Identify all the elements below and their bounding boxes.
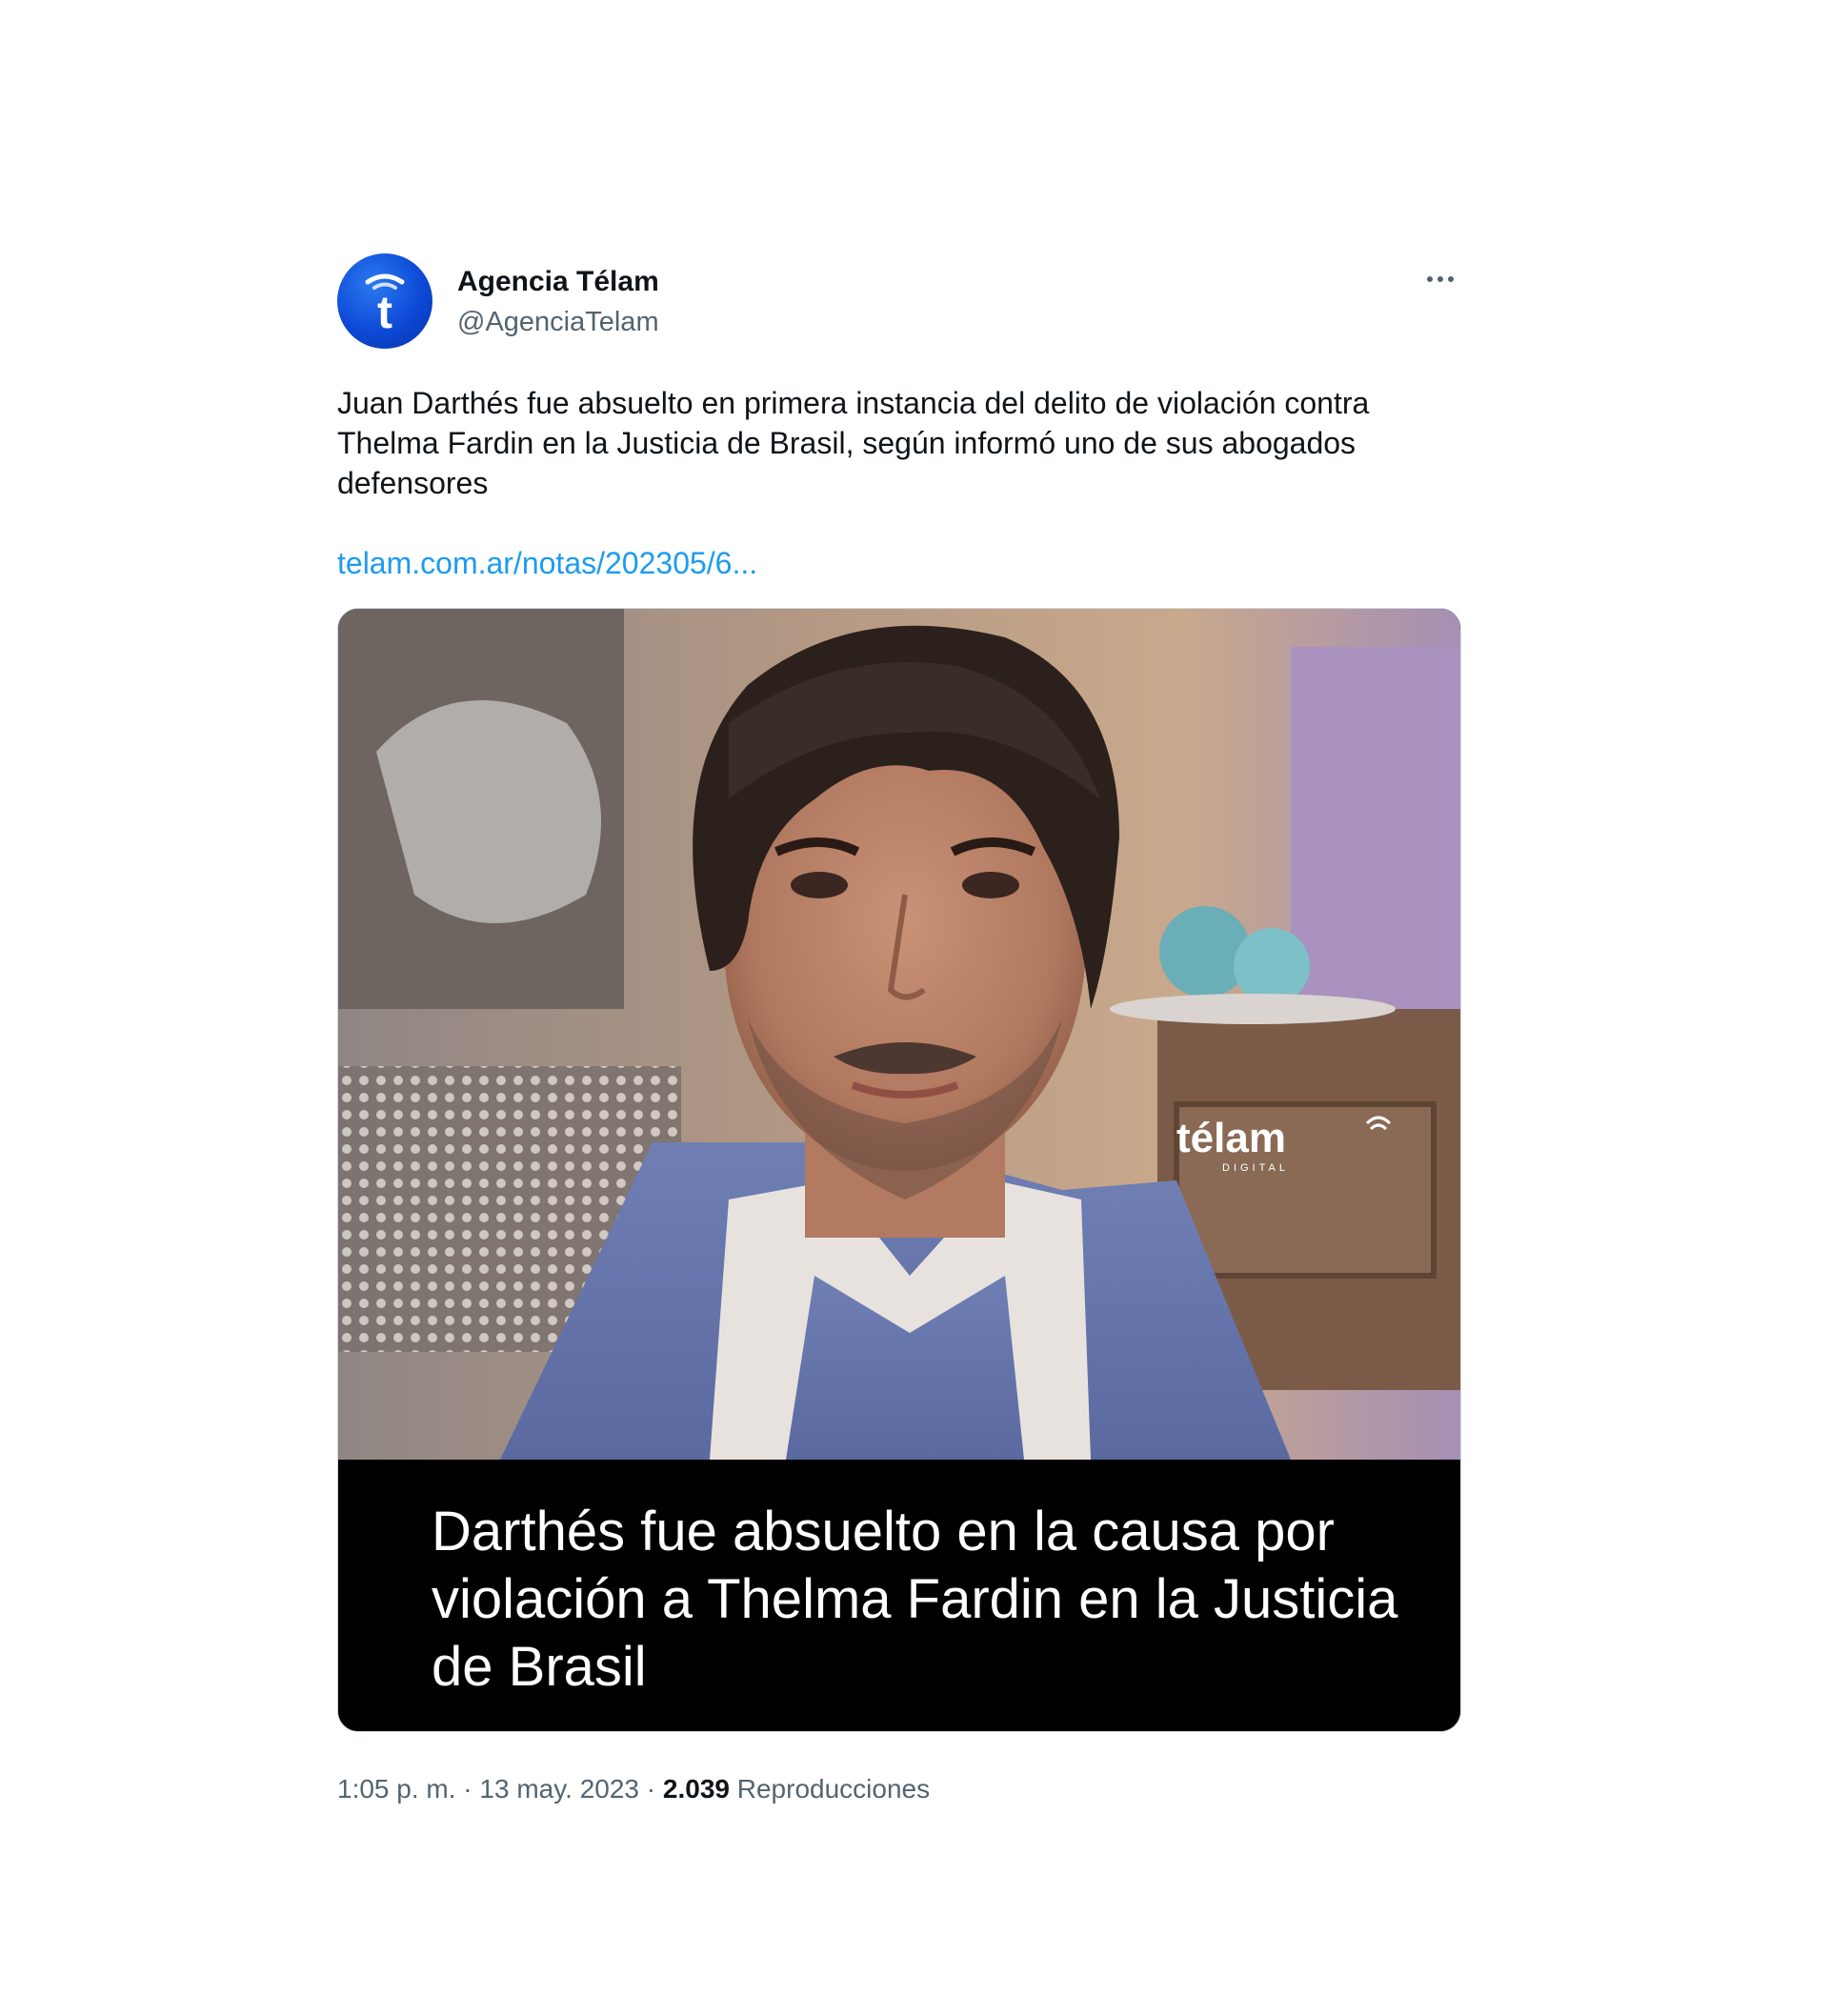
account-names: Agencia Télam @AgenciaTelam — [457, 265, 659, 341]
caption-band: Darthés fue absuelto en la causa por vio… — [338, 1460, 1460, 1731]
news-photo: télam DIGITAL — [338, 609, 1460, 1460]
telam-logo-icon: t — [365, 273, 405, 338]
meta-separator: · — [455, 1774, 480, 1804]
views-count: 2.039 — [662, 1774, 730, 1804]
account-handle[interactable]: @AgenciaTelam — [457, 303, 659, 341]
views-label: Reproducciones — [736, 1774, 931, 1804]
tweet-date[interactable]: 13 may. 2023 — [479, 1774, 639, 1804]
display-name[interactable]: Agencia Télam — [457, 265, 659, 299]
tweet-card: t Agencia Télam @AgenciaTelam Juan Darth… — [337, 250, 1461, 1806]
telam-watermark: télam — [1176, 1115, 1286, 1161]
tweet-media[interactable]: télam DIGITAL Darthés fue absuelto en la… — [337, 608, 1461, 1732]
tweet-text: Juan Darthés fue absuelto en primera ins… — [337, 386, 1370, 500]
media-caption: Darthés fue absuelto en la causa por vio… — [432, 1501, 1398, 1698]
tweet-header: t Agencia Télam @AgenciaTelam — [337, 250, 1461, 349]
meta-separator: · — [639, 1774, 663, 1804]
tweet-meta: 1:05 p. m. · 13 may. 2023 · 2.039 Reprod… — [337, 1772, 1461, 1806]
tweet-time[interactable]: 1:05 p. m. — [337, 1774, 456, 1804]
more-options-icon[interactable] — [1419, 265, 1461, 293]
telam-watermark-sub: DIGITAL — [1222, 1162, 1289, 1174]
svg-text:t: t — [377, 288, 392, 338]
avatar[interactable]: t — [337, 253, 432, 349]
article-link[interactable]: telam.com.ar/notas/202305/6... — [337, 543, 1461, 583]
